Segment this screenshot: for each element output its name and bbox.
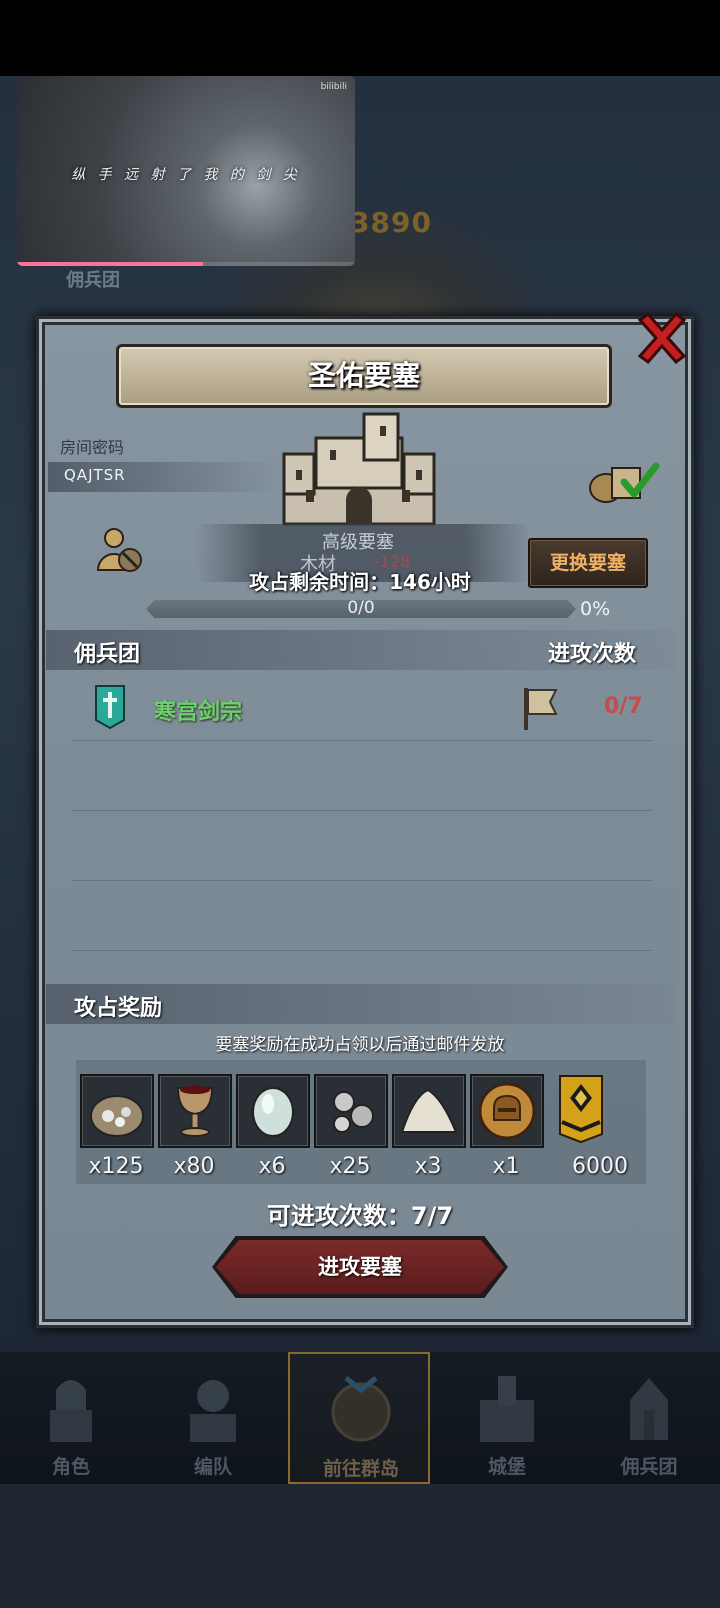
attack-count-header: 进攻次数 <box>548 642 637 667</box>
reward-item-ore[interactable] <box>80 1074 154 1148</box>
video-progress-bar[interactable] <box>17 262 203 266</box>
remaining-time: 攻占剩余时间：146小时 <box>249 570 471 594</box>
change-fortress-button[interactable]: 更换要塞 <box>528 538 648 588</box>
list-divider <box>72 950 652 951</box>
room-code-label: 房间密码 <box>60 438 125 457</box>
available-attacks: 可进攻次数：7/7 <box>266 1202 454 1230</box>
video-overlay[interactable]: bilibili 纵 手 远 射 了 我 的 剑 尖 <box>17 76 355 266</box>
reward-qty: x80 <box>173 1154 215 1179</box>
reward-item-medal[interactable] <box>470 1074 544 1148</box>
reward-qty: x3 <box>414 1154 442 1179</box>
video-caption: 纵 手 远 射 了 我 的 剑 尖 <box>71 167 301 183</box>
guild-attack-count: 0/7 <box>604 694 643 719</box>
background-merc-tab: 佣兵团 <box>66 270 120 291</box>
reward-item-rank[interactable] <box>558 1074 604 1144</box>
nav-item-castle[interactable]: 城堡 <box>436 1352 578 1484</box>
reward-item-silver[interactable] <box>314 1074 388 1148</box>
reward-qty: x6 <box>258 1154 286 1179</box>
reward-qty: x1 <box>492 1154 520 1179</box>
nav-label: 角色 <box>51 1456 90 1478</box>
reward-item-salt[interactable] <box>392 1074 466 1148</box>
rank-badge-icon <box>559 1075 603 1144</box>
fortress-castle-icon <box>276 410 442 534</box>
nav-label: 佣兵团 <box>620 1456 678 1478</box>
castle-icon <box>480 1376 534 1442</box>
mercenary-icon <box>630 1378 668 1440</box>
nav-label: 前往群岛 <box>322 1458 399 1480</box>
mercenary-header-label: 佣兵团 <box>74 642 141 667</box>
bottom-area <box>0 1484 720 1608</box>
list-divider <box>72 880 652 881</box>
close-icon[interactable] <box>634 310 690 366</box>
helmet-medal-icon <box>478 1082 536 1140</box>
flag-icon <box>522 686 558 732</box>
reward-note: 要塞奖励在成功占领以后通过邮件发放 <box>215 1035 505 1055</box>
reward-qty: x25 <box>329 1154 371 1179</box>
capture-progress-text: 0/0 <box>347 598 375 618</box>
compass-icon <box>331 1376 391 1442</box>
nav-item-mercenary[interactable]: 佣兵团 <box>578 1352 720 1484</box>
background-score: 3890 <box>350 206 432 239</box>
gemstone-icon <box>252 1087 294 1137</box>
silver-nuggets-icon <box>333 1091 374 1133</box>
capture-progress-percent: 0% <box>580 598 611 620</box>
list-divider <box>72 740 652 741</box>
nav-item-squad[interactable]: 编队 <box>142 1352 284 1484</box>
reward-qty: 6000 <box>572 1154 628 1179</box>
dialog-title: 圣佑要塞 <box>307 359 420 392</box>
list-divider <box>72 810 652 811</box>
close-button[interactable] <box>634 310 690 366</box>
guild-name[interactable]: 寒宫剑宗 <box>154 694 242 726</box>
guild-emblem-icon <box>94 684 126 730</box>
knight-icon <box>50 1380 92 1442</box>
nav-item-character[interactable]: 角色 <box>0 1352 142 1484</box>
reward-item-goblet[interactable] <box>158 1074 232 1148</box>
nav-label: 城堡 <box>487 1456 526 1478</box>
video-watermark: bilibili <box>320 82 347 92</box>
status-bar <box>0 0 720 76</box>
salt-pile-icon <box>400 1088 458 1133</box>
loot-bag-check-icon[interactable] <box>586 454 662 506</box>
attack-fortress-button[interactable]: 进攻要塞 <box>212 1236 508 1298</box>
goblet-icon <box>176 1086 214 1137</box>
nav-item-islands[interactable]: 前往群岛 <box>288 1352 430 1484</box>
reward-item-gem[interactable] <box>236 1074 310 1148</box>
reward-header-label: 攻占奖励 <box>74 996 163 1021</box>
squad-icon <box>190 1380 236 1442</box>
no-entry-person-icon <box>96 526 144 576</box>
nav-label: 编队 <box>193 1456 232 1478</box>
room-code-value[interactable]: QAJTSR <box>64 466 126 484</box>
ore-sack-icon <box>90 1095 144 1137</box>
reward-qty: x125 <box>88 1154 144 1179</box>
